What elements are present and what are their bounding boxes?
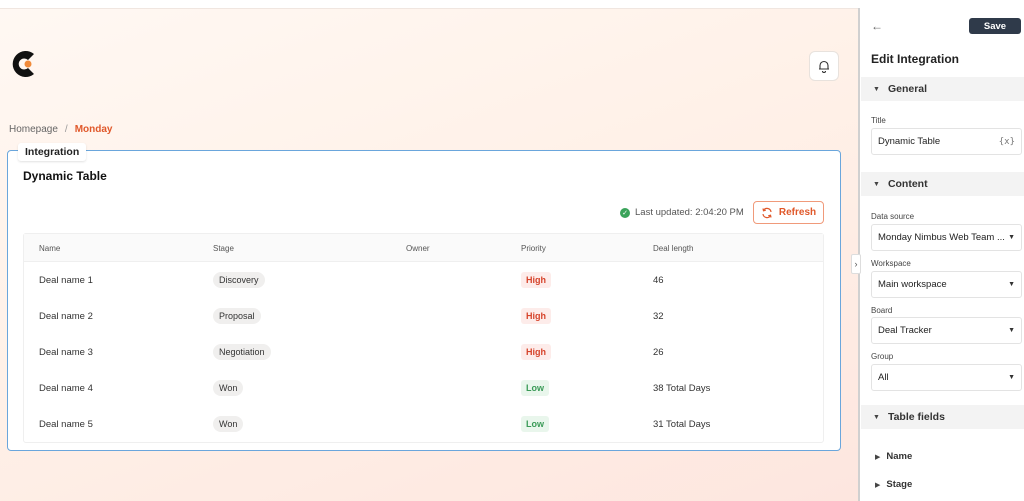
caret-down-icon: ▼ <box>873 180 880 188</box>
save-button[interactable]: Save <box>969 18 1021 34</box>
cell-name: Deal name 4 <box>39 383 93 394</box>
table-row[interactable]: Deal name 3 Negotiation High 26 <box>24 334 823 370</box>
data-source-label: Data source <box>871 212 915 221</box>
check-circle-icon: ✓ <box>620 207 630 218</box>
caret-down-icon: ▼ <box>1008 234 1015 241</box>
refresh-button[interactable]: Refresh <box>753 201 824 224</box>
table-field-stage[interactable]: ▶ Stage <box>875 479 912 490</box>
edit-integration-panel: ← Save Edit Integration ▼ General Title … <box>861 8 1024 501</box>
stage-badge: Won <box>213 416 244 432</box>
cell-name: Deal name 3 <box>39 347 93 358</box>
table-row[interactable]: Deal name 4 Won Low 38 Total Days <box>24 370 823 406</box>
column-header-owner[interactable]: Owner <box>406 244 430 253</box>
breadcrumb: Homepage / Monday <box>9 124 112 135</box>
cell-deal-length: 31 Total Days <box>653 419 711 430</box>
arrow-left-icon[interactable]: ← <box>871 19 883 33</box>
table-field-name[interactable]: ▶ Name <box>875 451 912 462</box>
group-value: All <box>878 372 889 383</box>
cell-deal-length: 46 <box>653 275 664 286</box>
table-row[interactable]: Deal name 2 Proposal High 32 <box>24 298 823 334</box>
board-label: Board <box>871 306 893 315</box>
integration-card: Integration Dynamic Table ✓ Last updated… <box>7 143 841 451</box>
table-row[interactable]: Deal name 1 Discovery High 46 <box>24 262 823 298</box>
title-field[interactable]: Dynamic Table {x} <box>871 128 1022 155</box>
section-general-label: General <box>887 83 928 95</box>
dynamic-table: Name Stage Owner Priority Deal length De… <box>23 233 824 443</box>
cell-name: Deal name 1 <box>39 275 93 286</box>
title-field-value: Dynamic Table <box>878 136 941 147</box>
column-header-name[interactable]: Name <box>39 244 60 253</box>
data-source-value: Monday Nimbus Web Team ... <box>878 232 1005 243</box>
caret-down-icon: ▼ <box>873 85 880 93</box>
stage-badge: Won <box>213 380 244 396</box>
workspace-value: Main workspace <box>878 279 947 290</box>
priority-badge: Low <box>521 380 549 396</box>
group-select[interactable]: All ▼ <box>871 364 1022 391</box>
stage-badge: Discovery <box>213 272 265 288</box>
cell-name: Deal name 2 <box>39 311 93 322</box>
table-field-label: Stage <box>886 479 913 490</box>
data-source-select[interactable]: Monday Nimbus Web Team ... ▼ <box>871 224 1022 251</box>
table-row[interactable]: Deal name 5 Won Low 31 Total Days <box>24 406 823 442</box>
workspace-select[interactable]: Main workspace ▼ <box>871 271 1022 298</box>
table-header: Name Stage Owner Priority Deal length <box>24 234 823 262</box>
caret-right-icon: ▶ <box>875 481 881 489</box>
section-table-fields-toggle[interactable]: ▼ Table fields <box>861 405 1024 429</box>
group-label: Group <box>871 352 894 361</box>
board-select[interactable]: Deal Tracker ▼ <box>871 317 1022 344</box>
card-tab-label: Integration <box>18 143 87 161</box>
notifications-button[interactable] <box>809 51 839 81</box>
priority-badge: High <box>521 272 551 288</box>
priority-badge: Low <box>521 416 549 432</box>
panel-title: Edit Integration <box>871 52 959 66</box>
cell-deal-length: 32 <box>653 311 664 322</box>
caret-down-icon: ▼ <box>1008 281 1015 288</box>
variable-icon[interactable]: {x} <box>999 137 1015 147</box>
section-general-toggle[interactable]: ▼ General <box>861 77 1024 101</box>
caret-right-icon: ▶ <box>875 453 881 461</box>
priority-badge: High <box>521 344 551 360</box>
caret-down-icon: ▼ <box>1008 327 1015 334</box>
priority-badge: High <box>521 308 551 324</box>
chevron-right-icon[interactable]: › <box>851 254 861 274</box>
column-header-deal-length[interactable]: Deal length <box>653 244 693 253</box>
board-value: Deal Tracker <box>878 325 932 336</box>
table-field-label: Name <box>886 451 913 462</box>
title-field-label: Title <box>871 116 886 125</box>
last-updated-text: Last updated: 2:04:20 PM <box>635 207 744 218</box>
cell-name: Deal name 5 <box>39 419 93 430</box>
section-table-fields-label: Table fields <box>887 411 945 423</box>
column-header-priority[interactable]: Priority <box>521 244 546 253</box>
refresh-icon <box>762 207 772 218</box>
bell-icon <box>819 60 829 73</box>
card-title: Dynamic Table <box>23 169 107 183</box>
workspace-label: Workspace <box>871 259 911 268</box>
main-area: Homepage / Monday Integration Dynamic Ta… <box>0 8 858 501</box>
stage-badge: Negotiation <box>213 344 271 360</box>
logo-icon <box>8 42 38 82</box>
last-updated-status: ✓ Last updated: 2:04:20 PM <box>620 207 744 218</box>
breadcrumb-home[interactable]: Homepage <box>9 124 58 135</box>
cell-deal-length: 38 Total Days <box>653 383 711 394</box>
cell-deal-length: 26 <box>653 347 664 358</box>
section-content-label: Content <box>887 178 928 190</box>
breadcrumb-separator: / <box>64 124 68 135</box>
refresh-label: Refresh <box>778 207 817 218</box>
breadcrumb-current[interactable]: Monday <box>75 124 113 135</box>
stage-badge: Proposal <box>213 308 261 324</box>
column-header-stage[interactable]: Stage <box>213 244 234 253</box>
caret-down-icon: ▼ <box>873 413 880 421</box>
caret-down-icon: ▼ <box>1008 374 1015 381</box>
section-content-toggle[interactable]: ▼ Content <box>861 172 1024 196</box>
